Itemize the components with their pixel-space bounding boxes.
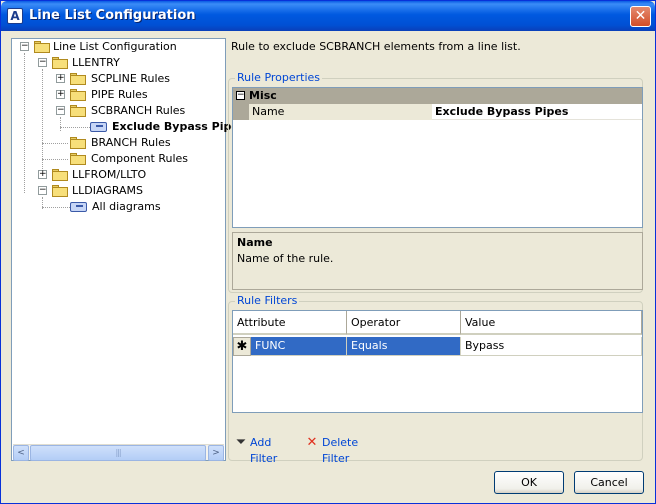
rule-description: Rule to exclude SCBRANCH elements from a… (231, 40, 521, 53)
row-margin (233, 104, 249, 120)
expand-icon[interactable]: + (56, 90, 65, 99)
collapse-icon[interactable]: − (38, 58, 47, 67)
tree-connector (42, 207, 70, 208)
collapse-icon[interactable]: − (236, 91, 245, 100)
title-bar[interactable]: A Line List Configuration ✕ (1, 1, 655, 31)
filter-icon: ⏷ (235, 435, 247, 450)
ok-button[interactable]: OK (494, 471, 564, 494)
column-header-operator[interactable]: Operator (347, 311, 461, 335)
tree-item-label: Component Rules (91, 152, 189, 165)
tree-item-label: Line List Configuration (53, 40, 177, 53)
folder-icon (70, 105, 86, 117)
add-filter-button[interactable]: ⏷ Add Filter (234, 435, 300, 466)
folder-icon (52, 169, 68, 181)
tree-item-exclude-bypass-pipe[interactable]: Exclude Bypass Pipe (12, 119, 239, 135)
folder-icon (70, 73, 86, 85)
help-text: Name of the rule. (237, 252, 334, 265)
property-value[interactable]: Exclude Bypass Pipes (433, 104, 642, 120)
new-row-marker-icon: ✱ (233, 337, 251, 356)
collapse-icon[interactable]: − (56, 106, 65, 115)
cell-operator[interactable]: Equals (347, 337, 461, 356)
expand-icon[interactable]: + (38, 170, 47, 179)
configuration-tree[interactable]: − Line List Configuration − LLENTRY + SC… (11, 38, 239, 461)
property-row-name[interactable]: Name Exclude Bypass Pipes (233, 104, 642, 120)
tree-item-label: All diagrams (92, 200, 161, 213)
tree-item-label: LLDIAGRAMS (72, 184, 144, 197)
tree-item-scpline-rules[interactable]: + SCPLINE Rules (12, 71, 225, 87)
folder-icon (52, 185, 68, 197)
table-row[interactable]: ✱ FUNC Equals Bypass (233, 337, 642, 356)
scroll-right-button[interactable]: > (208, 445, 224, 461)
tree-connector (42, 159, 68, 160)
tree-item-llentry[interactable]: − LLENTRY (12, 55, 225, 71)
tree-item-label: SCBRANCH Rules (91, 104, 186, 117)
property-grid[interactable]: − Misc Name Exclude Bypass Pipes (232, 87, 643, 228)
property-category-misc[interactable]: − Misc (233, 88, 642, 104)
tree-item-label: SCPLINE Rules (91, 72, 171, 85)
scroll-left-button[interactable]: < (13, 445, 29, 461)
tree-item-line-list-configuration[interactable]: − Line List Configuration (12, 39, 225, 55)
tree-connector (60, 127, 90, 128)
property-name: Name (249, 104, 432, 120)
delete-filter-label: Delete Filter (322, 436, 359, 465)
tree-horizontal-scrollbar[interactable]: < ||| > (13, 444, 224, 461)
app-icon: A (7, 8, 23, 24)
help-title: Name (237, 236, 273, 249)
filter-grid[interactable]: Attribute Operator Value ✱ FUNC Equals B… (232, 310, 643, 413)
column-header-value[interactable]: Value (461, 311, 642, 335)
tree-item-label: PIPE Rules (91, 88, 148, 101)
folder-icon (70, 153, 86, 165)
rule-icon (70, 202, 87, 212)
scroll-thumb[interactable]: ||| (30, 445, 206, 461)
tree-item-label: LLENTRY (72, 56, 120, 69)
property-help-panel: Name Name of the rule. (232, 232, 643, 290)
cell-attribute[interactable]: FUNC (251, 337, 347, 356)
tree-item-scbranch-rules[interactable]: − SCBRANCH Rules (12, 103, 225, 119)
tree-item-component-rules[interactable]: Component Rules (12, 151, 225, 167)
tree-item-label: BRANCH Rules (91, 136, 171, 149)
expand-icon[interactable]: + (56, 74, 65, 83)
window-title: Line List Configuration (29, 8, 196, 23)
collapse-icon[interactable]: − (38, 186, 47, 195)
line-list-configuration-dialog: A Line List Configuration ✕ − Line List … (0, 0, 656, 504)
category-label: Misc (249, 89, 277, 102)
tree-item-label: LLFROM/LLTO (72, 168, 147, 181)
folder-icon (34, 41, 50, 53)
tree-item-branch-rules[interactable]: BRANCH Rules (12, 135, 225, 151)
column-header-attribute[interactable]: Attribute (233, 311, 347, 335)
tree-item-lldiagrams[interactable]: − LLDIAGRAMS (12, 183, 225, 199)
close-button[interactable]: ✕ (630, 6, 651, 27)
delete-filter-button[interactable]: ✕ Delete Filter (305, 435, 385, 466)
tree-item-label: Exclude Bypass Pipe (112, 120, 239, 133)
group-legend: Rule Properties (235, 71, 323, 84)
cell-value[interactable]: Bypass (461, 337, 642, 356)
folder-icon (70, 89, 86, 101)
add-filter-label: Add Filter (250, 436, 278, 465)
tree-item-llfrom-llto[interactable]: + LLFROM/LLTO (12, 167, 225, 183)
group-legend: Rule Filters (235, 294, 300, 307)
delete-icon: ✕ (306, 435, 318, 450)
tree-item-all-diagrams[interactable]: All diagrams (12, 199, 225, 215)
tree-connector (42, 143, 68, 144)
tree-item-pipe-rules[interactable]: + PIPE Rules (12, 87, 225, 103)
cancel-button[interactable]: Cancel (574, 471, 644, 494)
collapse-icon[interactable]: − (20, 42, 29, 51)
folder-icon (70, 137, 86, 149)
rule-icon (90, 122, 107, 132)
folder-icon (52, 57, 68, 69)
